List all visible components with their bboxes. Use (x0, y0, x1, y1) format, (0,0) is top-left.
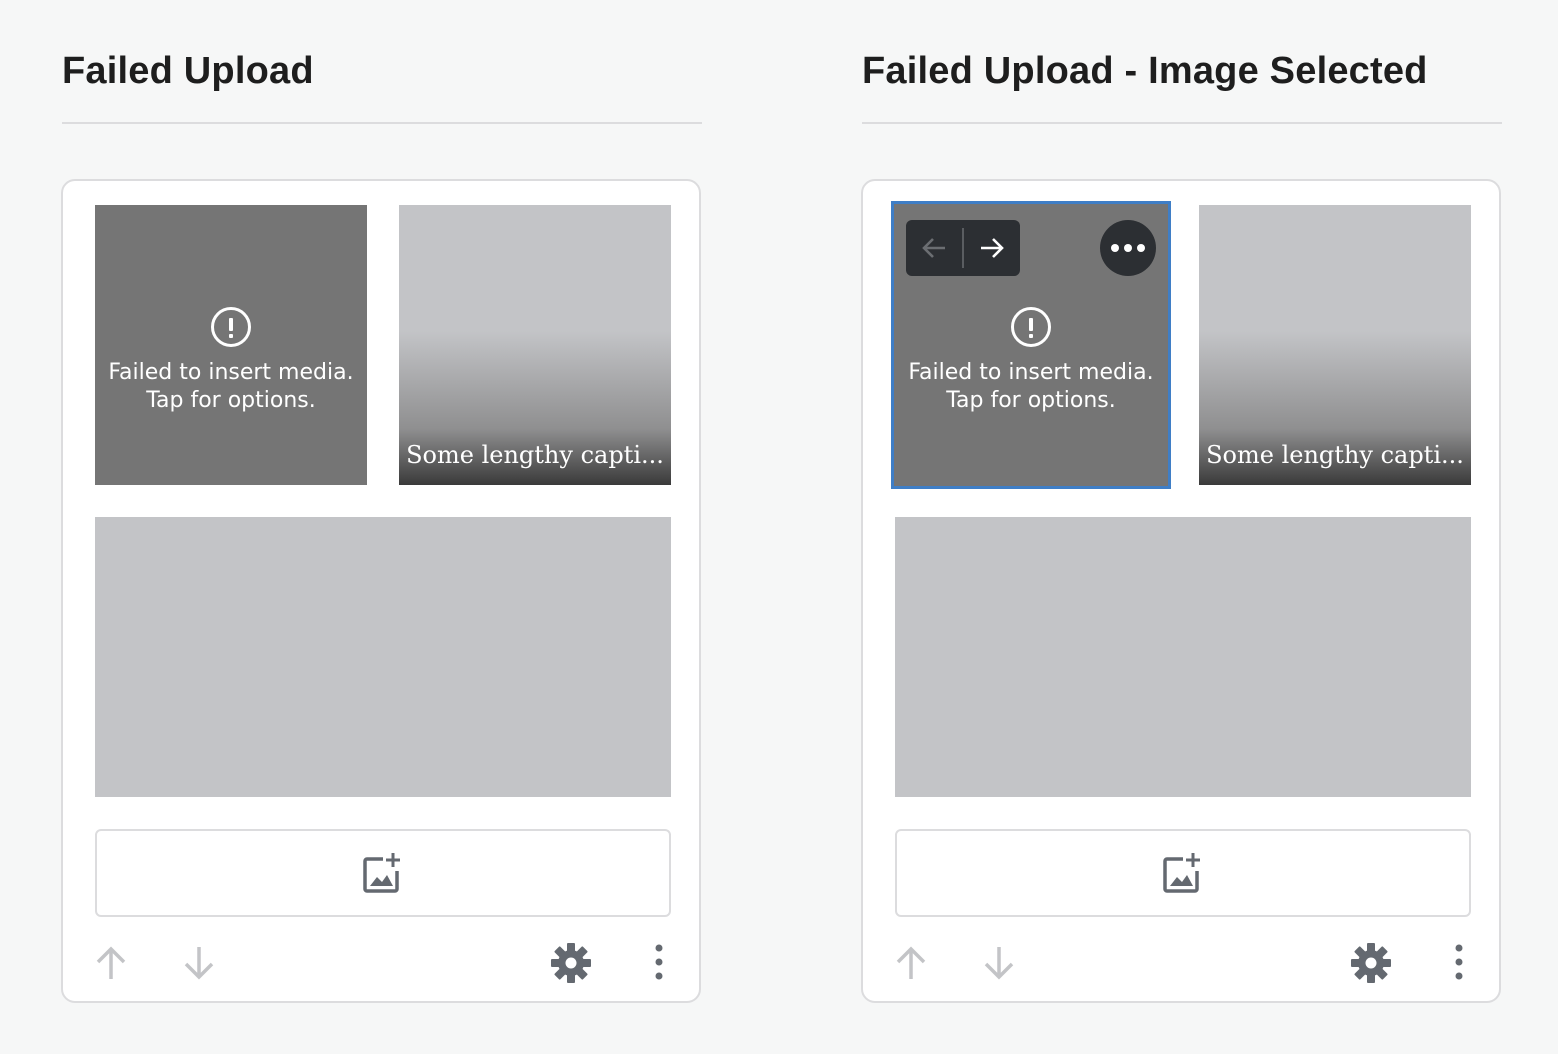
alert-circle-icon (211, 307, 251, 347)
image-caption[interactable]: Some lengthy capti... (399, 441, 671, 469)
horizontal-ellipsis-icon (1111, 244, 1145, 252)
gallery-item-captioned[interactable]: Some lengthy capti... (399, 205, 671, 485)
alert-circle-icon (1011, 307, 1051, 347)
arrow-up-icon[interactable] (93, 943, 129, 983)
failed-message: Failed to insert media. Tap for options. (95, 307, 367, 415)
failed-text: Failed to insert media. Tap for options. (108, 359, 353, 415)
arrow-down-icon[interactable] (981, 943, 1017, 983)
gallery-block[interactable]: Failed to insert media. Tap for options.… (61, 179, 701, 1003)
failed-text-line1: Failed to insert media. (908, 360, 1154, 385)
arrow-up-icon[interactable] (893, 943, 929, 983)
vertical-ellipsis-icon[interactable] (1447, 943, 1471, 983)
arrow-left-icon (922, 238, 945, 258)
gallery-item-failed[interactable]: Failed to insert media. Tap for options. (95, 205, 367, 485)
failed-message: Failed to insert media. Tap for options. (894, 307, 1168, 415)
image-plus-icon (1163, 853, 1200, 893)
section-title: Failed Upload - Image Selected (862, 50, 1428, 92)
gallery-block[interactable]: Failed to insert media. Tap for options.… (861, 179, 1501, 1003)
divider (862, 122, 1502, 124)
gear-icon[interactable] (549, 941, 593, 985)
failed-text-line2: Tap for options. (146, 388, 316, 413)
add-media-button[interactable] (95, 829, 671, 917)
failed-text: Failed to insert media. Tap for options. (908, 359, 1153, 415)
gallery-item-wide[interactable] (95, 517, 671, 797)
divider (62, 122, 702, 124)
arrow-down-icon[interactable] (181, 943, 217, 983)
image-plus-icon (363, 853, 400, 893)
failed-text-line2: Tap for options. (946, 388, 1116, 413)
gallery-item-captioned[interactable]: Some lengthy capti... (1199, 205, 1471, 485)
item-more-button[interactable] (1100, 220, 1156, 276)
add-media-button[interactable] (895, 829, 1471, 917)
gear-icon[interactable] (1349, 941, 1393, 985)
arrow-right-icon (981, 238, 1004, 258)
move-right-button[interactable] (964, 220, 1020, 276)
image-caption[interactable]: Some lengthy capti... (1199, 441, 1471, 469)
section-title: Failed Upload (62, 50, 314, 92)
move-left-button[interactable] (906, 220, 962, 276)
item-mover (906, 220, 1020, 276)
gallery-item-wide[interactable] (895, 517, 1471, 797)
gallery-item-failed-selected[interactable]: Failed to insert media. Tap for options. (891, 201, 1171, 489)
failed-text-line1: Failed to insert media. (108, 360, 354, 385)
vertical-ellipsis-icon[interactable] (647, 943, 671, 983)
